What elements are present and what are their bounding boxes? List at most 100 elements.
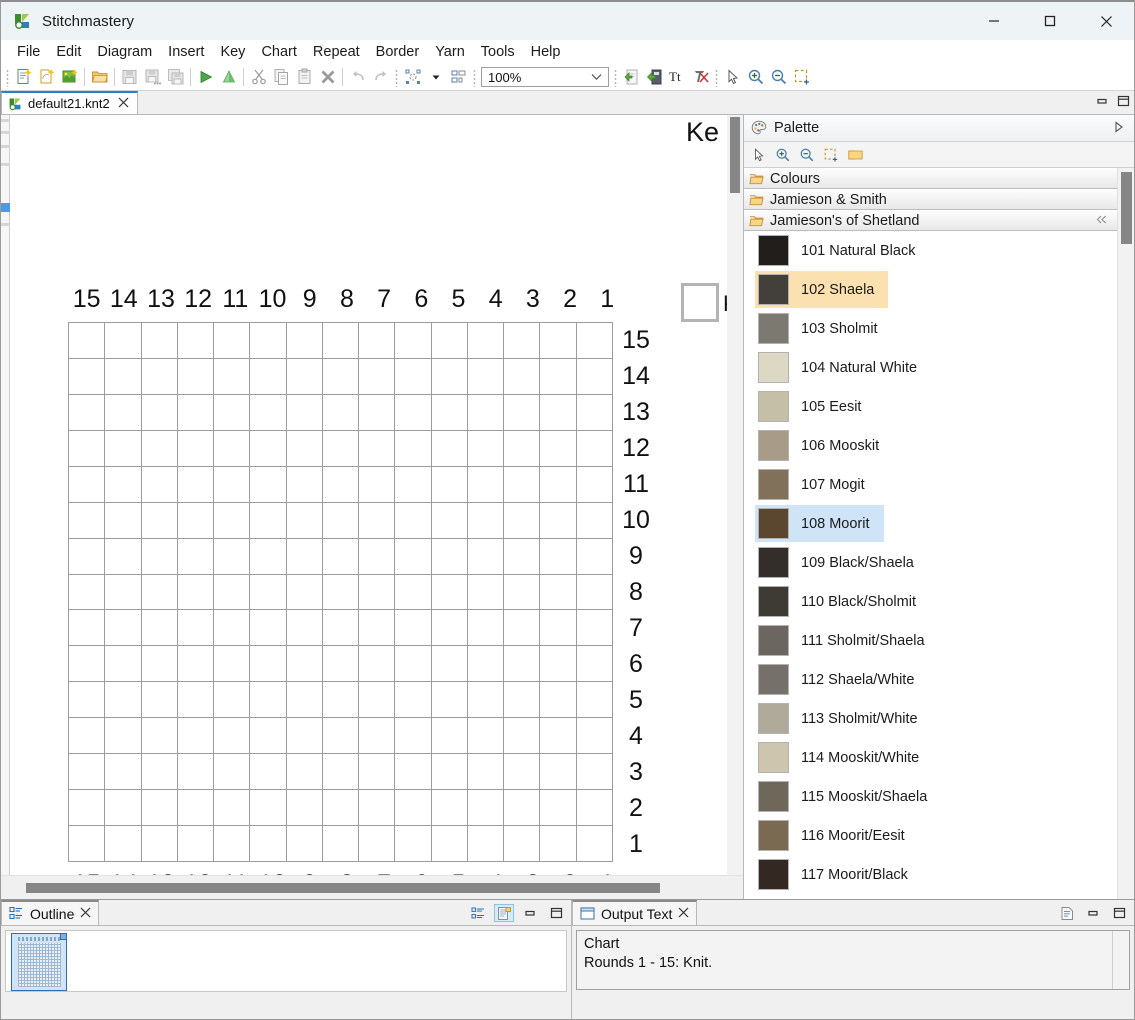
chart-cell[interactable] bbox=[141, 538, 178, 575]
chart-cell[interactable] bbox=[504, 682, 541, 719]
chart-cell[interactable] bbox=[322, 646, 360, 683]
chart-cell[interactable] bbox=[395, 358, 432, 395]
chart-cell[interactable] bbox=[359, 358, 396, 395]
palette-group-jamieson-smith[interactable]: Jamieson & Smith bbox=[744, 189, 1117, 210]
chart-cell[interactable] bbox=[250, 394, 287, 431]
clear-formatting-icon[interactable] bbox=[689, 66, 712, 89]
colour-swatch[interactable] bbox=[758, 313, 789, 344]
chart-cell[interactable] bbox=[286, 323, 323, 359]
close-icon[interactable] bbox=[678, 906, 689, 921]
chart-cell[interactable] bbox=[69, 502, 106, 539]
copy-text-icon[interactable] bbox=[1057, 904, 1077, 922]
tab-output-text[interactable]: Output Text bbox=[572, 900, 698, 925]
palette-vertical-scrollbar[interactable] bbox=[1117, 168, 1134, 899]
chart-cell[interactable] bbox=[576, 574, 613, 611]
chart-cell[interactable] bbox=[69, 790, 106, 827]
chart-cell[interactable] bbox=[141, 466, 178, 503]
new-diagram-icon[interactable] bbox=[35, 66, 58, 89]
chart-cell[interactable] bbox=[504, 754, 541, 791]
chart-cell[interactable] bbox=[540, 323, 577, 359]
chart-cell[interactable] bbox=[576, 826, 613, 862]
chart-cell[interactable] bbox=[540, 538, 577, 575]
chart-cell[interactable] bbox=[504, 574, 541, 611]
chart-cell[interactable] bbox=[431, 754, 468, 791]
scrollbar-thumb[interactable] bbox=[730, 117, 740, 193]
chart-cell[interactable] bbox=[540, 682, 577, 719]
dropdown-arrow-icon[interactable] bbox=[424, 66, 447, 89]
chart-cell[interactable] bbox=[359, 538, 396, 575]
chart-cell[interactable] bbox=[105, 610, 142, 647]
pointer-icon[interactable] bbox=[721, 66, 744, 89]
chart-cell[interactable] bbox=[467, 610, 505, 647]
minimize-icon[interactable] bbox=[520, 904, 540, 922]
chart-cell[interactable] bbox=[576, 790, 613, 827]
outline-canvas[interactable] bbox=[5, 930, 567, 992]
chart-cell[interactable] bbox=[322, 826, 360, 862]
scrollbar-thumb[interactable] bbox=[1121, 172, 1132, 244]
chart-cell[interactable] bbox=[286, 574, 323, 611]
palette-swatch-item[interactable]: 110 Black/Sholmit bbox=[744, 582, 1117, 621]
chart-cell[interactable] bbox=[576, 538, 613, 575]
open-folder-icon[interactable] bbox=[88, 66, 111, 89]
chart-cell[interactable] bbox=[467, 826, 505, 862]
colour-swatch[interactable] bbox=[758, 664, 789, 695]
chart-cell[interactable] bbox=[540, 466, 577, 503]
chart-cell[interactable] bbox=[105, 538, 142, 575]
thumbnail-icon[interactable] bbox=[494, 904, 514, 922]
chart-cell[interactable] bbox=[431, 323, 468, 359]
chart-cell[interactable] bbox=[395, 323, 432, 359]
chart-cell[interactable] bbox=[214, 394, 251, 431]
chart-cell[interactable] bbox=[322, 610, 360, 647]
palette-swatch-item[interactable]: 113 Sholmit/White bbox=[744, 699, 1117, 738]
chart-cell[interactable] bbox=[467, 574, 505, 611]
zoom-out-icon[interactable] bbox=[767, 66, 790, 89]
toolbar-grip[interactable] bbox=[471, 67, 478, 87]
colour-swatch[interactable] bbox=[758, 469, 789, 500]
chart-cell[interactable] bbox=[177, 466, 215, 503]
chart-cell[interactable] bbox=[359, 826, 396, 862]
chart-cell[interactable] bbox=[141, 430, 178, 467]
chart-cell[interactable] bbox=[141, 790, 178, 827]
chart-cell[interactable] bbox=[322, 430, 360, 467]
chart-cell[interactable] bbox=[250, 574, 287, 611]
chart-cell[interactable] bbox=[286, 682, 323, 719]
palette-group-jamieson-s-of-shetland[interactable]: Jamieson's of Shetland bbox=[744, 210, 1117, 231]
chart-cell[interactable] bbox=[69, 358, 106, 395]
menu-chart[interactable]: Chart bbox=[253, 41, 304, 63]
chart-cell[interactable] bbox=[214, 646, 251, 683]
chart-cell[interactable] bbox=[286, 646, 323, 683]
save-as-icon[interactable] bbox=[141, 66, 164, 89]
hierarchy-icon[interactable] bbox=[468, 904, 488, 922]
chart-cell[interactable] bbox=[286, 502, 323, 539]
chart-cell[interactable] bbox=[177, 718, 215, 755]
chart-cell[interactable] bbox=[69, 718, 106, 755]
colour-swatch[interactable] bbox=[758, 391, 789, 422]
chart-cell[interactable] bbox=[322, 538, 360, 575]
chart-cell[interactable] bbox=[105, 790, 142, 827]
colour-swatch[interactable] bbox=[758, 703, 789, 734]
chart-cell[interactable] bbox=[322, 682, 360, 719]
chart-cell[interactable] bbox=[540, 394, 577, 431]
chart-cell[interactable] bbox=[504, 610, 541, 647]
chart-cell[interactable] bbox=[359, 323, 396, 359]
chart-cell[interactable] bbox=[177, 574, 215, 611]
palette-swatch-item[interactable]: 111 Sholmit/Shaela bbox=[744, 621, 1117, 660]
chart-cell[interactable] bbox=[395, 574, 432, 611]
chart-cell[interactable] bbox=[576, 718, 613, 755]
chart-cell[interactable] bbox=[69, 754, 106, 791]
chart-cell[interactable] bbox=[395, 754, 432, 791]
chart-cell[interactable] bbox=[214, 790, 251, 827]
chart-cell[interactable] bbox=[540, 574, 577, 611]
chart-cell[interactable] bbox=[250, 323, 287, 359]
chart-cell[interactable] bbox=[141, 682, 178, 719]
chart-cell[interactable] bbox=[69, 430, 106, 467]
chart-cell[interactable] bbox=[69, 646, 106, 683]
close-icon[interactable] bbox=[80, 906, 91, 921]
chart-cell[interactable] bbox=[177, 358, 215, 395]
chart-cell[interactable] bbox=[286, 538, 323, 575]
palette-swatch-item[interactable]: 117 Moorit/Black bbox=[744, 855, 1117, 894]
menu-edit[interactable]: Edit bbox=[48, 41, 89, 63]
palette-swatch-item[interactable]: 103 Sholmit bbox=[744, 309, 1117, 348]
chart-cell[interactable] bbox=[69, 574, 106, 611]
chart-cell[interactable] bbox=[540, 502, 577, 539]
